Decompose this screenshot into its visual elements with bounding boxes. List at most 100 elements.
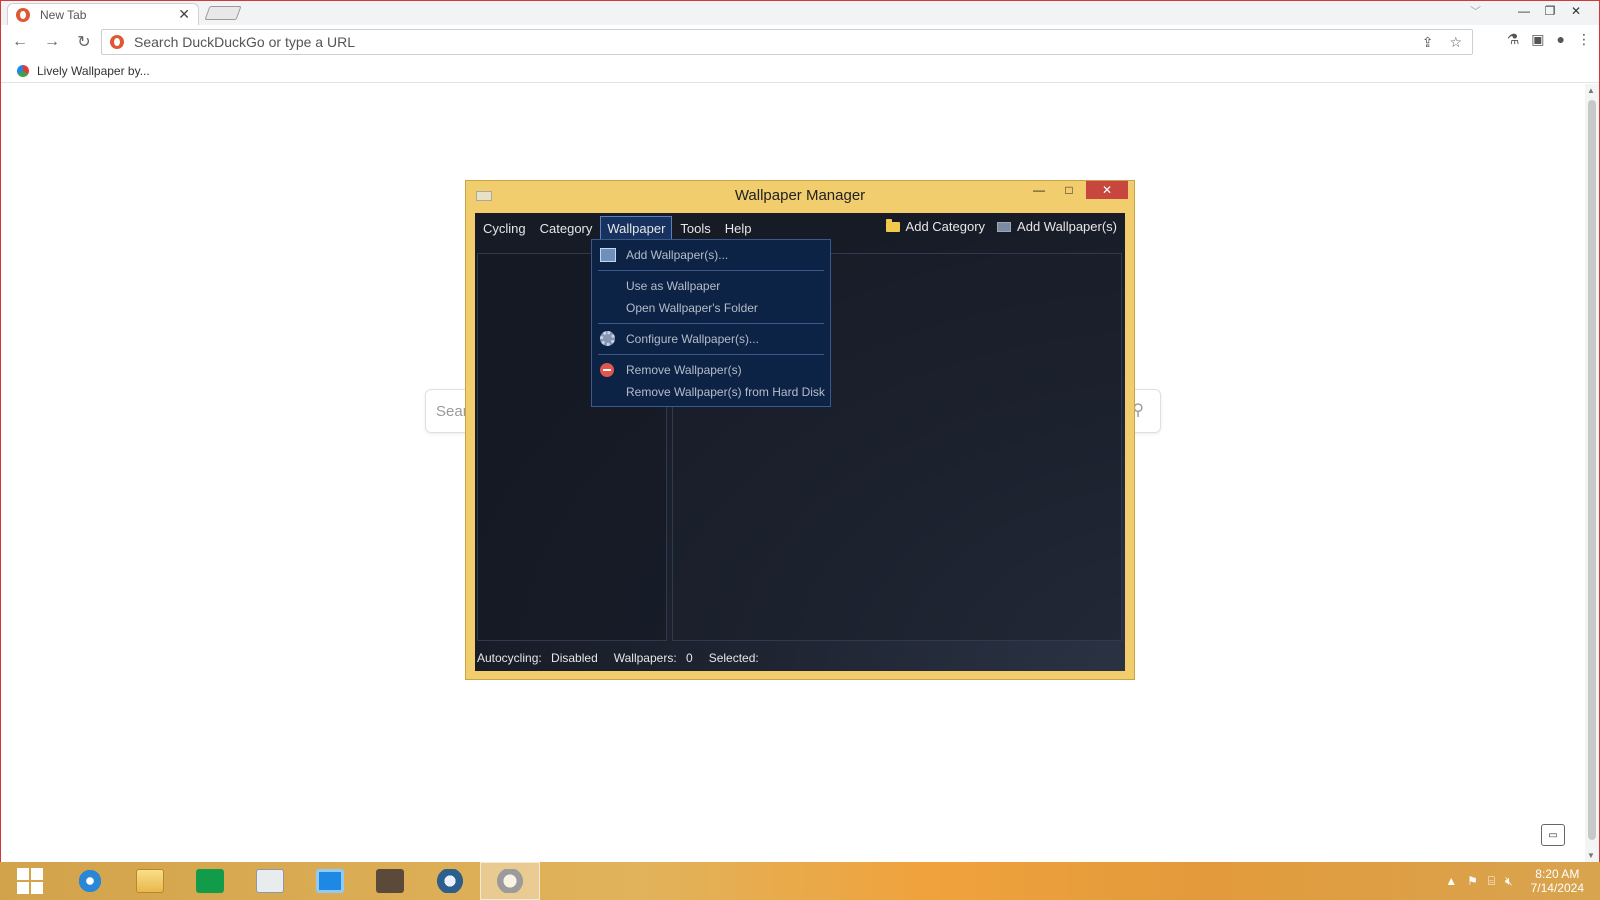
windows-logo-icon — [17, 868, 43, 894]
start-button[interactable] — [0, 862, 60, 900]
forward-icon[interactable]: → — [39, 29, 65, 55]
scroll-thumb[interactable] — [1588, 100, 1596, 840]
image-icon — [600, 248, 616, 262]
wallpaper-manager-icon — [496, 869, 524, 893]
autocycling-status: Autocycling: Disabled — [477, 651, 598, 665]
add-wallpapers-label: Add Wallpaper(s) — [1017, 219, 1117, 234]
tab-search-icon[interactable]: ﹀ — [1470, 3, 1481, 19]
add-wallpapers-button[interactable]: Add Wallpaper(s) — [997, 219, 1117, 234]
wallpapers-count: Wallpapers: 0 — [614, 651, 693, 665]
menu-remove-from-disk-label: Remove Wallpaper(s) from Hard Disk — [626, 385, 825, 399]
wallpaper-menu-dropdown: Add Wallpaper(s)... Use as Wallpaper Ope… — [591, 239, 831, 407]
flag-icon[interactable]: ⚑ — [1467, 874, 1478, 888]
feedback-icon[interactable]: ▭ — [1541, 824, 1565, 846]
duckduckgo-icon — [110, 35, 124, 49]
menu-separator — [598, 270, 824, 271]
wm-body: Cycling Category Wallpaper Tools Help Ad… — [475, 213, 1125, 671]
steam-icon — [436, 869, 464, 893]
browser-toolbar: ← → ↻ Search DuckDuckGo or type a URL ⇪ … — [1, 25, 1599, 59]
window-controls: — ❐ ✕ — [1511, 1, 1589, 21]
selected-status: Selected: — [708, 651, 759, 665]
duckduckgo-favicon-icon — [16, 7, 30, 22]
restore-icon[interactable]: ❐ — [1537, 1, 1563, 21]
add-category-label: Add Category — [905, 219, 986, 234]
new-tab-button[interactable] — [204, 6, 242, 20]
back-icon[interactable]: ← — [7, 29, 33, 55]
add-category-button[interactable]: Add Category — [885, 218, 986, 234]
menu-open-folder[interactable]: Open Wallpaper's Folder — [592, 297, 830, 319]
menu-open-folder-label: Open Wallpaper's Folder — [626, 301, 758, 315]
gear-icon — [600, 331, 615, 346]
profile-icon[interactable]: ● — [1557, 31, 1565, 48]
wallpapers-label: Wallpapers: — [613, 651, 677, 665]
clock[interactable]: 8:20 AM 7/14/2024 — [1531, 867, 1584, 895]
system-tray: ▲ ⚑ ⌸ 🔇︎ 8:20 AM 7/14/2024 — [1445, 862, 1584, 900]
taskbar-file-explorer[interactable] — [120, 862, 180, 900]
wm-statusbar: Autocycling: Disabled Wallpapers: 0 Sele… — [475, 645, 1125, 671]
tab-title: New Tab — [40, 7, 87, 22]
autocycling-label: Autocycling: — [477, 651, 542, 665]
sidepanel-icon[interactable]: ▣ — [1531, 31, 1544, 48]
taskbar-media-player[interactable] — [240, 862, 300, 900]
clock-date: 7/14/2024 — [1530, 881, 1584, 895]
menu-add-wallpapers[interactable]: Add Wallpaper(s)... — [592, 244, 830, 266]
bookmarks-bar: Lively Wallpaper by... — [1, 59, 1599, 83]
webcam-icon — [376, 869, 404, 893]
remove-icon — [600, 363, 614, 377]
scroll-down-icon[interactable]: ▼ — [1587, 851, 1595, 860]
address-bar[interactable]: Search DuckDuckGo or type a URL ⇪ ☆ — [101, 29, 1473, 55]
menu-help[interactable]: Help — [719, 217, 758, 240]
media-player-icon — [256, 869, 284, 893]
wallpapers-value: 0 — [686, 651, 693, 665]
wallpaper-manager-window: Wallpaper Manager — □ ✕ Cycling Category… — [465, 180, 1135, 680]
taskbar-steam[interactable] — [420, 862, 480, 900]
menu-remove[interactable]: Remove Wallpaper(s) — [592, 359, 830, 381]
menu-tools[interactable]: Tools — [674, 217, 716, 240]
wm-maximize-icon[interactable]: □ — [1056, 181, 1082, 199]
close-icon[interactable]: ✕ — [1563, 1, 1589, 21]
virtualbox-icon — [316, 869, 344, 893]
address-bar-placeholder: Search DuckDuckGo or type a URL — [134, 34, 355, 50]
menu-configure[interactable]: Configure Wallpaper(s)... — [592, 328, 830, 350]
menu-separator — [598, 323, 824, 324]
star-icon[interactable]: ☆ — [1449, 34, 1462, 51]
menu-separator — [598, 354, 824, 355]
menu-remove-from-disk[interactable]: Remove Wallpaper(s) from Hard Disk — [592, 381, 830, 403]
clock-time: 8:20 AM — [1535, 867, 1580, 881]
folder-icon — [885, 218, 900, 232]
menu-remove-label: Remove Wallpaper(s) — [626, 363, 742, 377]
taskbar-wallpaper-manager[interactable] — [480, 862, 540, 900]
image-icon — [997, 221, 1012, 232]
store-icon — [196, 869, 224, 893]
taskbar-internet-explorer[interactable] — [60, 862, 120, 900]
volume-muted-icon[interactable]: 🔇︎ — [1505, 874, 1513, 889]
wm-close-icon[interactable]: ✕ — [1086, 181, 1128, 199]
menu-icon[interactable]: ⋮ — [1577, 31, 1591, 48]
menu-category[interactable]: Category — [534, 217, 599, 240]
share-icon[interactable]: ⇪ — [1422, 34, 1434, 51]
menu-wallpaper[interactable]: Wallpaper — [600, 215, 673, 241]
wm-minimize-icon[interactable]: — — [1026, 181, 1052, 199]
tab-strip: New Tab ✕ ﹀ — ❐ ✕ — [1, 1, 1599, 25]
minimize-icon[interactable]: — — [1511, 1, 1537, 21]
page-scrollbar[interactable]: ▲ ▼ — [1585, 84, 1599, 862]
wm-titlebar[interactable]: Wallpaper Manager — □ ✕ — [466, 181, 1134, 213]
menu-use-as-wallpaper-label: Use as Wallpaper — [626, 279, 721, 293]
reload-icon[interactable]: ↻ — [71, 29, 97, 55]
tab-new-tab[interactable]: New Tab ✕ — [7, 3, 199, 25]
autocycling-value: Disabled — [551, 651, 598, 665]
tab-close-icon[interactable]: ✕ — [178, 6, 190, 23]
extensions-icon[interactable]: ⚗ — [1507, 31, 1520, 48]
search-placeholder: Sear — [436, 402, 468, 420]
menu-add-wallpapers-label: Add Wallpaper(s)... — [626, 248, 729, 262]
bookmark-lively-wallpaper[interactable]: Lively Wallpaper by... — [37, 64, 150, 78]
menu-cycling[interactable]: Cycling — [477, 217, 532, 240]
taskbar-store[interactable] — [180, 862, 240, 900]
taskbar-webcam[interactable] — [360, 862, 420, 900]
file-explorer-icon — [136, 869, 164, 893]
network-icon[interactable]: ⌸ — [1488, 874, 1495, 889]
show-hidden-icons-icon[interactable]: ▲ — [1445, 874, 1457, 888]
taskbar-virtualbox[interactable] — [300, 862, 360, 900]
menu-use-as-wallpaper[interactable]: Use as Wallpaper — [592, 275, 830, 297]
scroll-up-icon[interactable]: ▲ — [1587, 86, 1595, 95]
